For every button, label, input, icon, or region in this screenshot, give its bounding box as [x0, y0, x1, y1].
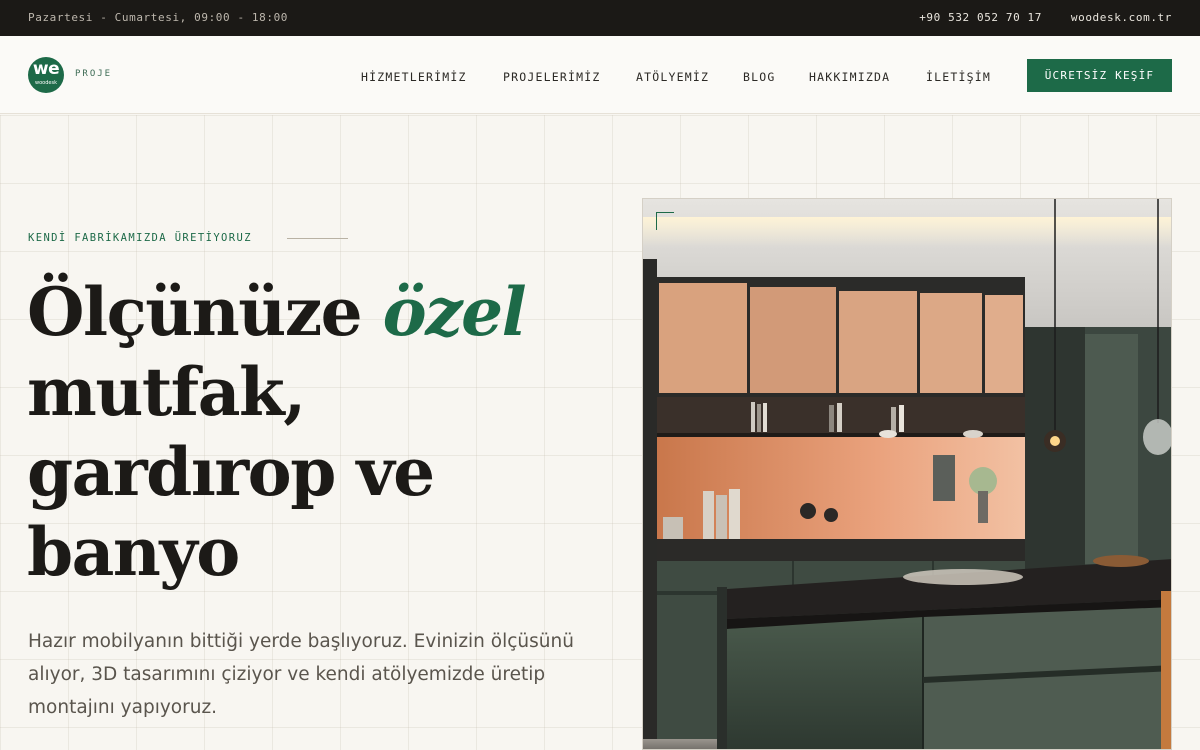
- kitchen-photo: [642, 198, 1172, 750]
- free-discovery-button[interactable]: ÜCRETSİZ KEŞİF: [1027, 59, 1172, 92]
- nav-item-projects[interactable]: PROJELERİMİZ: [503, 70, 600, 84]
- phone-link[interactable]: +90 532 052 70 17: [919, 11, 1042, 24]
- nav-item-blog[interactable]: BLOG: [743, 70, 776, 84]
- eyebrow-divider: [287, 238, 348, 239]
- headline-start: Ölçünüze: [27, 273, 363, 351]
- logo-subtext: woodesk: [35, 80, 57, 86]
- nav-item-workshop[interactable]: ATÖLYEMİZ: [636, 70, 709, 84]
- nav-item-services[interactable]: HİZMETLERİMİZ: [361, 70, 467, 84]
- brand-logo[interactable]: we woodesk: [28, 57, 64, 93]
- hero-eyebrow: KENDİ FABRİKAMIZDA ÜRETİYORUZ: [28, 232, 252, 244]
- hero-lead-text: Hazır mobilyanın bittiği yerde başlıyoru…: [28, 631, 574, 718]
- site-header: we woodesk PROJE HİZMETLERİMİZ PROJELERİ…: [0, 36, 1200, 114]
- headline-accent: özel: [382, 273, 527, 351]
- hero-headline: Ölçünüze özel mutfak, gardırop ve banyo: [27, 272, 627, 592]
- website-link[interactable]: woodesk.com.tr: [1071, 11, 1172, 24]
- nav-item-about[interactable]: HAKKIMIZDA: [809, 70, 890, 84]
- kitchen-illustration: [643, 199, 1171, 749]
- logo-mark: we: [32, 59, 60, 79]
- headline-line-4: banyo: [27, 513, 240, 591]
- logo-tagline: PROJE: [75, 69, 113, 79]
- photo-corner-accent: [656, 212, 674, 230]
- headline-line-3: gardırop ve: [27, 433, 435, 511]
- top-bar: Pazartesi - Cumartesi, 09:00 - 18:00 +90…: [0, 0, 1200, 36]
- headline-line-2: mutfak,: [27, 353, 306, 431]
- working-hours: Pazartesi - Cumartesi, 09:00 - 18:00: [28, 11, 289, 24]
- nav-item-contact[interactable]: İLETİŞİM: [926, 70, 991, 84]
